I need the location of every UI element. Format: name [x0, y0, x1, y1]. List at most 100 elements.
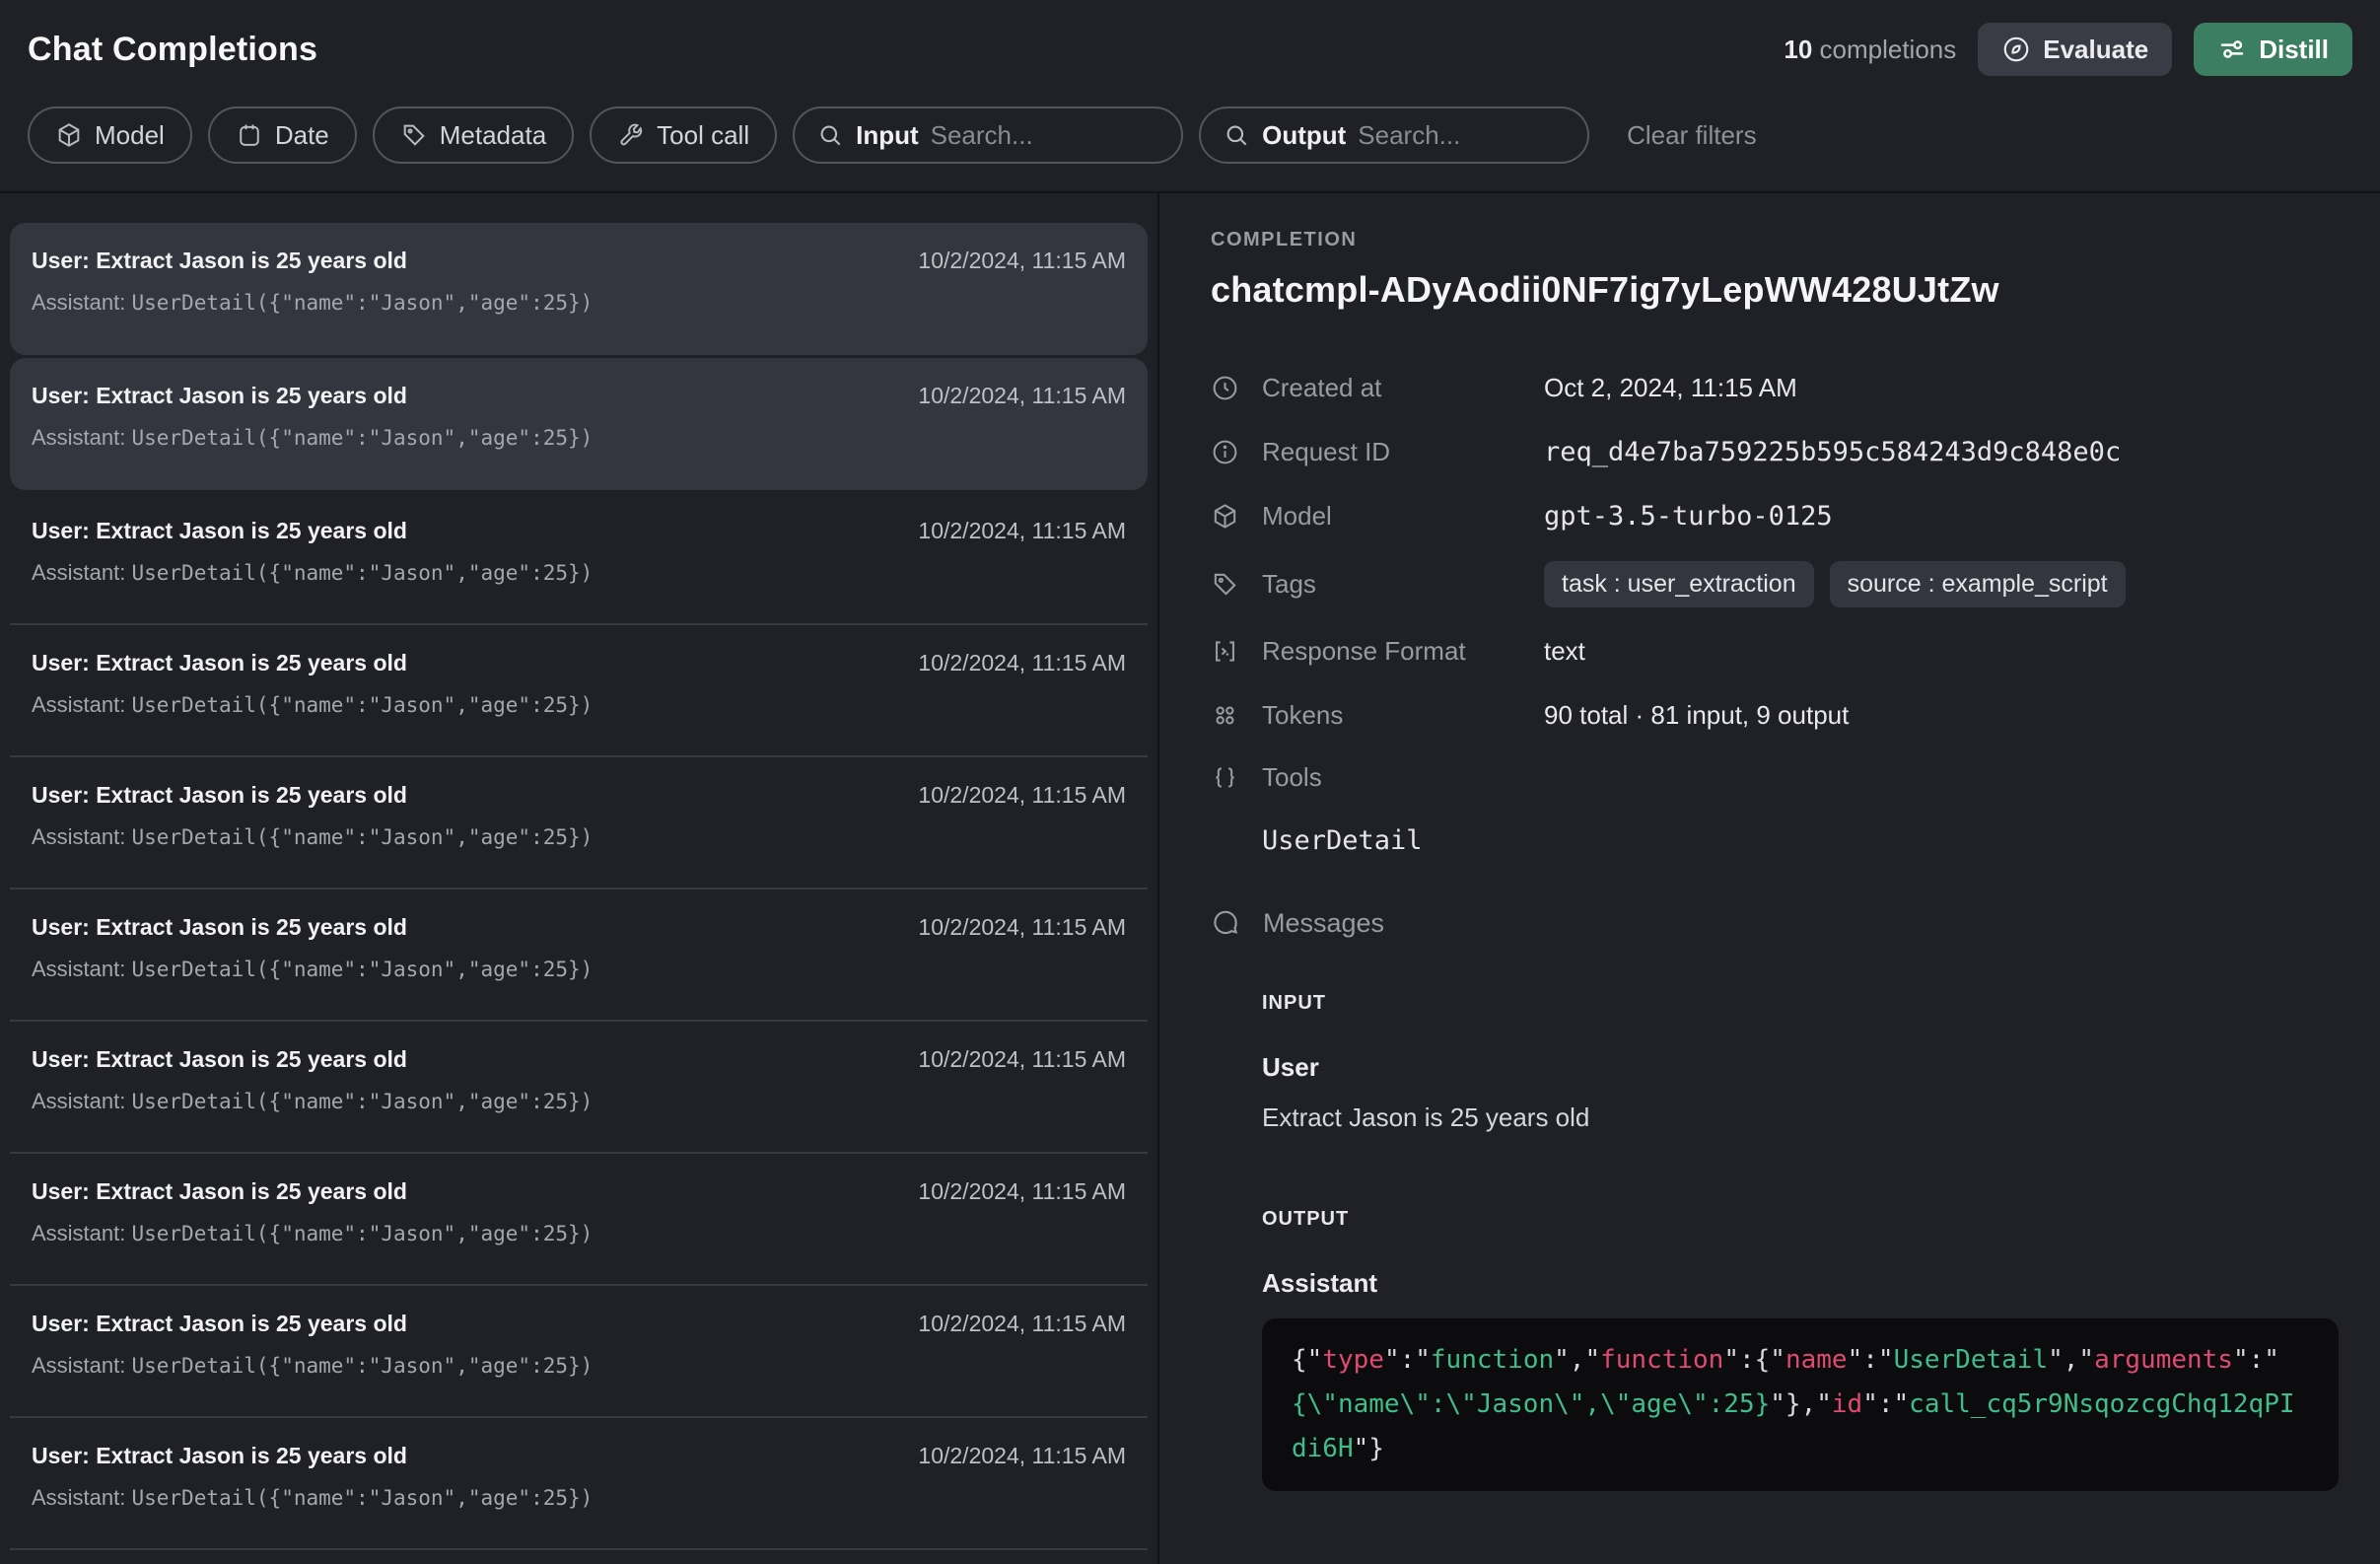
output-search[interactable]: Output [1199, 107, 1589, 164]
response-format-label: Response Format [1262, 636, 1544, 667]
row-assistant-prefix: Assistant: [32, 957, 131, 981]
cube-icon [1211, 502, 1262, 531]
request-id-value: req_d4e7ba759225b595c584243d9c848e0c [1544, 437, 2337, 467]
row-user-text: User: Extract Jason is 25 years old [32, 248, 407, 274]
completion-row[interactable]: User: Extract Jason is 25 years old 10/2… [10, 757, 1148, 889]
wrench-icon [617, 121, 645, 149]
row-timestamp: 10/2/2024, 11:15 AM [918, 248, 1126, 274]
row-timestamp: 10/2/2024, 11:15 AM [918, 650, 1126, 676]
row-timestamp: 10/2/2024, 11:15 AM [918, 1178, 1126, 1205]
response-format-value: text [1544, 636, 2337, 667]
row-assistant-code: UserDetail({"name":"Jason","age":25}) [131, 1486, 593, 1510]
braces-icon [1211, 763, 1262, 792]
row-timestamp: 10/2/2024, 11:15 AM [918, 914, 1126, 941]
row-timestamp: 10/2/2024, 11:15 AM [918, 1443, 1126, 1469]
user-role-label: User [1262, 1052, 2337, 1083]
row-user-text: User: Extract Jason is 25 years old [32, 1311, 407, 1337]
output-section-label: OUTPUT [1262, 1208, 2337, 1231]
completion-row[interactable]: User: Extract Jason is 25 years old 10/2… [10, 358, 1148, 490]
input-section-label: INPUT [1262, 992, 2337, 1015]
completions-count-label: completions [1820, 35, 1957, 64]
row-assistant-text: Assistant: UserDetail({"name":"Jason","a… [32, 824, 1126, 850]
tokens-grid-icon [1211, 701, 1262, 730]
filter-bar: Model Date Metadata Tool call Input Outp… [28, 107, 2352, 164]
row-assistant-prefix: Assistant: [32, 692, 131, 717]
sliders-icon [2217, 35, 2247, 64]
row-assistant-text: Assistant: UserDetail({"name":"Jason","a… [32, 1485, 1126, 1511]
filter-model[interactable]: Model [28, 107, 192, 164]
search-icon [816, 121, 844, 149]
detail-row-response-format: Response Format text [1211, 619, 2337, 683]
input-search-label: Input [856, 120, 919, 151]
row-timestamp: 10/2/2024, 11:15 AM [918, 1046, 1126, 1073]
messages-label: Messages [1263, 908, 1384, 939]
row-timestamp: 10/2/2024, 11:15 AM [918, 782, 1126, 809]
page-title: Chat Completions [28, 31, 317, 69]
tag-icon [400, 121, 428, 149]
completion-section-label: COMPLETION [1211, 229, 2337, 251]
model-value: gpt-3.5-turbo-0125 [1544, 501, 2337, 532]
detail-row-model: Model gpt-3.5-turbo-0125 [1211, 484, 2337, 548]
evaluate-icon [2001, 35, 2031, 64]
row-assistant-code: UserDetail({"name":"Jason","age":25}) [131, 825, 593, 849]
filter-date[interactable]: Date [208, 107, 357, 164]
completion-row[interactable]: User: Extract Jason is 25 years old 10/2… [10, 493, 1148, 625]
row-assistant-code: UserDetail({"name":"Jason","age":25}) [131, 561, 593, 585]
row-user-text: User: Extract Jason is 25 years old [32, 1178, 407, 1205]
created-at-label: Created at [1262, 373, 1544, 403]
user-message-text: Extract Jason is 25 years old [1262, 1102, 2337, 1133]
tools-label: Tools [1262, 762, 1544, 793]
response-format-icon [1211, 637, 1262, 666]
tokens-label: Tokens [1262, 700, 1544, 731]
chat-bubble-icon [1211, 908, 1240, 938]
detail-row-tokens: Tokens 90 total · 81 input, 9 output [1211, 683, 2337, 747]
row-assistant-text: Assistant: UserDetail({"name":"Jason","a… [32, 560, 1126, 586]
completion-row[interactable]: User: Extract Jason is 25 years old 10/2… [10, 625, 1148, 757]
evaluate-button[interactable]: Evaluate [1978, 23, 2172, 76]
completion-row[interactable]: User: Extract Jason is 25 years old 10/2… [10, 1286, 1148, 1418]
completion-row[interactable]: User: Extract Jason is 25 years old 10/2… [10, 1418, 1148, 1550]
detail-row-tools: Tools [1211, 747, 2337, 807]
row-assistant-prefix: Assistant: [32, 290, 131, 315]
detail-row-tags: Tags task : user_extraction source : exa… [1211, 548, 2337, 619]
clear-filters-link[interactable]: Clear filters [1627, 120, 1756, 151]
row-user-text: User: Extract Jason is 25 years old [32, 1046, 407, 1073]
output-search-label: Output [1262, 120, 1346, 151]
row-assistant-text: Assistant: UserDetail({"name":"Jason","a… [32, 290, 1126, 316]
input-search[interactable]: Input [793, 107, 1183, 164]
distill-button[interactable]: Distill [2194, 23, 2352, 76]
row-user-text: User: Extract Jason is 25 years old [32, 914, 407, 941]
completion-detail-panel: COMPLETION chatcmpl-ADyAodii0NF7ig7yLepW… [1159, 193, 2380, 1564]
filter-tool-call-label: Tool call [657, 120, 749, 151]
app-header: Chat Completions 10 completions Evaluate… [0, 0, 2380, 193]
row-assistant-code: UserDetail({"name":"Jason","age":25}) [131, 426, 593, 450]
filter-date-label: Date [275, 120, 329, 151]
search-icon [1223, 121, 1250, 149]
completions-list: User: Extract Jason is 25 years old 10/2… [0, 193, 1159, 1564]
row-assistant-prefix: Assistant: [32, 1353, 131, 1378]
row-assistant-code: UserDetail({"name":"Jason","age":25}) [131, 958, 593, 981]
tool-name: UserDetail [1262, 817, 2337, 864]
filter-tool-call[interactable]: Tool call [590, 107, 777, 164]
cube-icon [55, 121, 83, 149]
completion-row[interactable]: User: Extract Jason is 25 years old 10/2… [10, 223, 1148, 355]
completion-row[interactable]: User: Extract Jason is 25 years old 10/2… [10, 1154, 1148, 1286]
clock-icon [1211, 374, 1262, 402]
row-assistant-code: UserDetail({"name":"Jason","age":25}) [131, 693, 593, 717]
row-timestamp: 10/2/2024, 11:15 AM [918, 518, 1126, 544]
tags-label: Tags [1262, 569, 1544, 600]
filter-metadata[interactable]: Metadata [373, 107, 574, 164]
row-assistant-text: Assistant: UserDetail({"name":"Jason","a… [32, 1221, 1126, 1246]
messages-header: Messages [1211, 893, 2337, 953]
model-label: Model [1262, 501, 1544, 532]
output-search-field[interactable] [1358, 120, 1566, 151]
row-assistant-text: Assistant: UserDetail({"name":"Jason","a… [32, 692, 1126, 718]
row-assistant-prefix: Assistant: [32, 1221, 131, 1245]
row-assistant-prefix: Assistant: [32, 425, 131, 450]
request-id-label: Request ID [1262, 437, 1544, 467]
completion-row[interactable]: User: Extract Jason is 25 years old 10/2… [10, 889, 1148, 1022]
filter-metadata-label: Metadata [440, 120, 546, 151]
completion-row[interactable]: User: Extract Jason is 25 years old 10/2… [10, 1022, 1148, 1154]
row-assistant-code: UserDetail({"name":"Jason","age":25}) [131, 1090, 593, 1113]
input-search-field[interactable] [931, 120, 1159, 151]
